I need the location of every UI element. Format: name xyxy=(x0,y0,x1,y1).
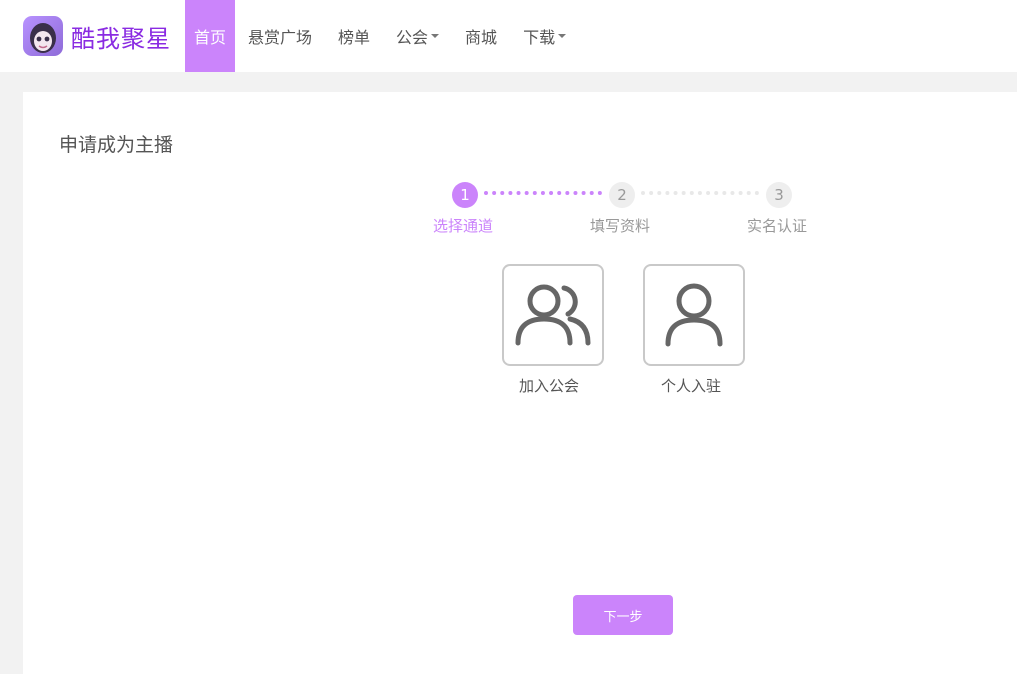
nav-guild-label: 公会 xyxy=(396,28,429,47)
individual-option[interactable] xyxy=(643,264,745,366)
main-nav: 首页 悬赏广场 榜单 公会 商城 下载 xyxy=(185,0,579,72)
single-user-icon xyxy=(665,283,723,347)
step-connector-inactive xyxy=(641,191,759,195)
individual-label: 个人入驻 xyxy=(661,377,722,395)
main-panel: 申请成为主播 1 2 3 选择通道 填写资料 实名认证 加入公会 个人入驻 下一… xyxy=(23,92,1017,674)
nav-rankings[interactable]: 榜单 xyxy=(325,0,383,72)
site-logo[interactable]: 酷我聚星 xyxy=(23,15,173,57)
chevron-down-icon xyxy=(431,34,440,38)
nav-home[interactable]: 首页 xyxy=(185,0,235,72)
join-guild-label: 加入公会 xyxy=(519,377,580,395)
page-title: 申请成为主播 xyxy=(59,134,174,156)
step-1-indicator: 1 xyxy=(452,182,478,208)
step-3-indicator: 3 xyxy=(766,182,792,208)
nav-guild[interactable]: 公会 xyxy=(383,0,452,72)
nav-shop[interactable]: 商城 xyxy=(452,0,510,72)
nav-bounty-square[interactable]: 悬赏广场 xyxy=(235,0,325,72)
nav-download[interactable]: 下载 xyxy=(510,0,579,72)
top-navbar: 酷我聚星 首页 悬赏广场 榜单 公会 商城 下载 xyxy=(0,0,1017,72)
nav-download-label: 下载 xyxy=(523,28,556,47)
step-3-label: 实名认证 xyxy=(747,217,808,235)
group-users-icon xyxy=(515,284,591,346)
step-connector-active xyxy=(484,191,602,195)
brand-name: 酷我聚星 xyxy=(71,24,171,53)
next-step-button[interactable]: 下一步 xyxy=(573,595,673,635)
step-2-indicator: 2 xyxy=(609,182,635,208)
chevron-down-icon xyxy=(558,34,567,38)
logo-avatar-icon xyxy=(23,16,63,56)
step-2-label: 填写资料 xyxy=(590,217,651,235)
step-1-label: 选择通道 xyxy=(433,217,494,235)
join-guild-option[interactable] xyxy=(502,264,604,366)
